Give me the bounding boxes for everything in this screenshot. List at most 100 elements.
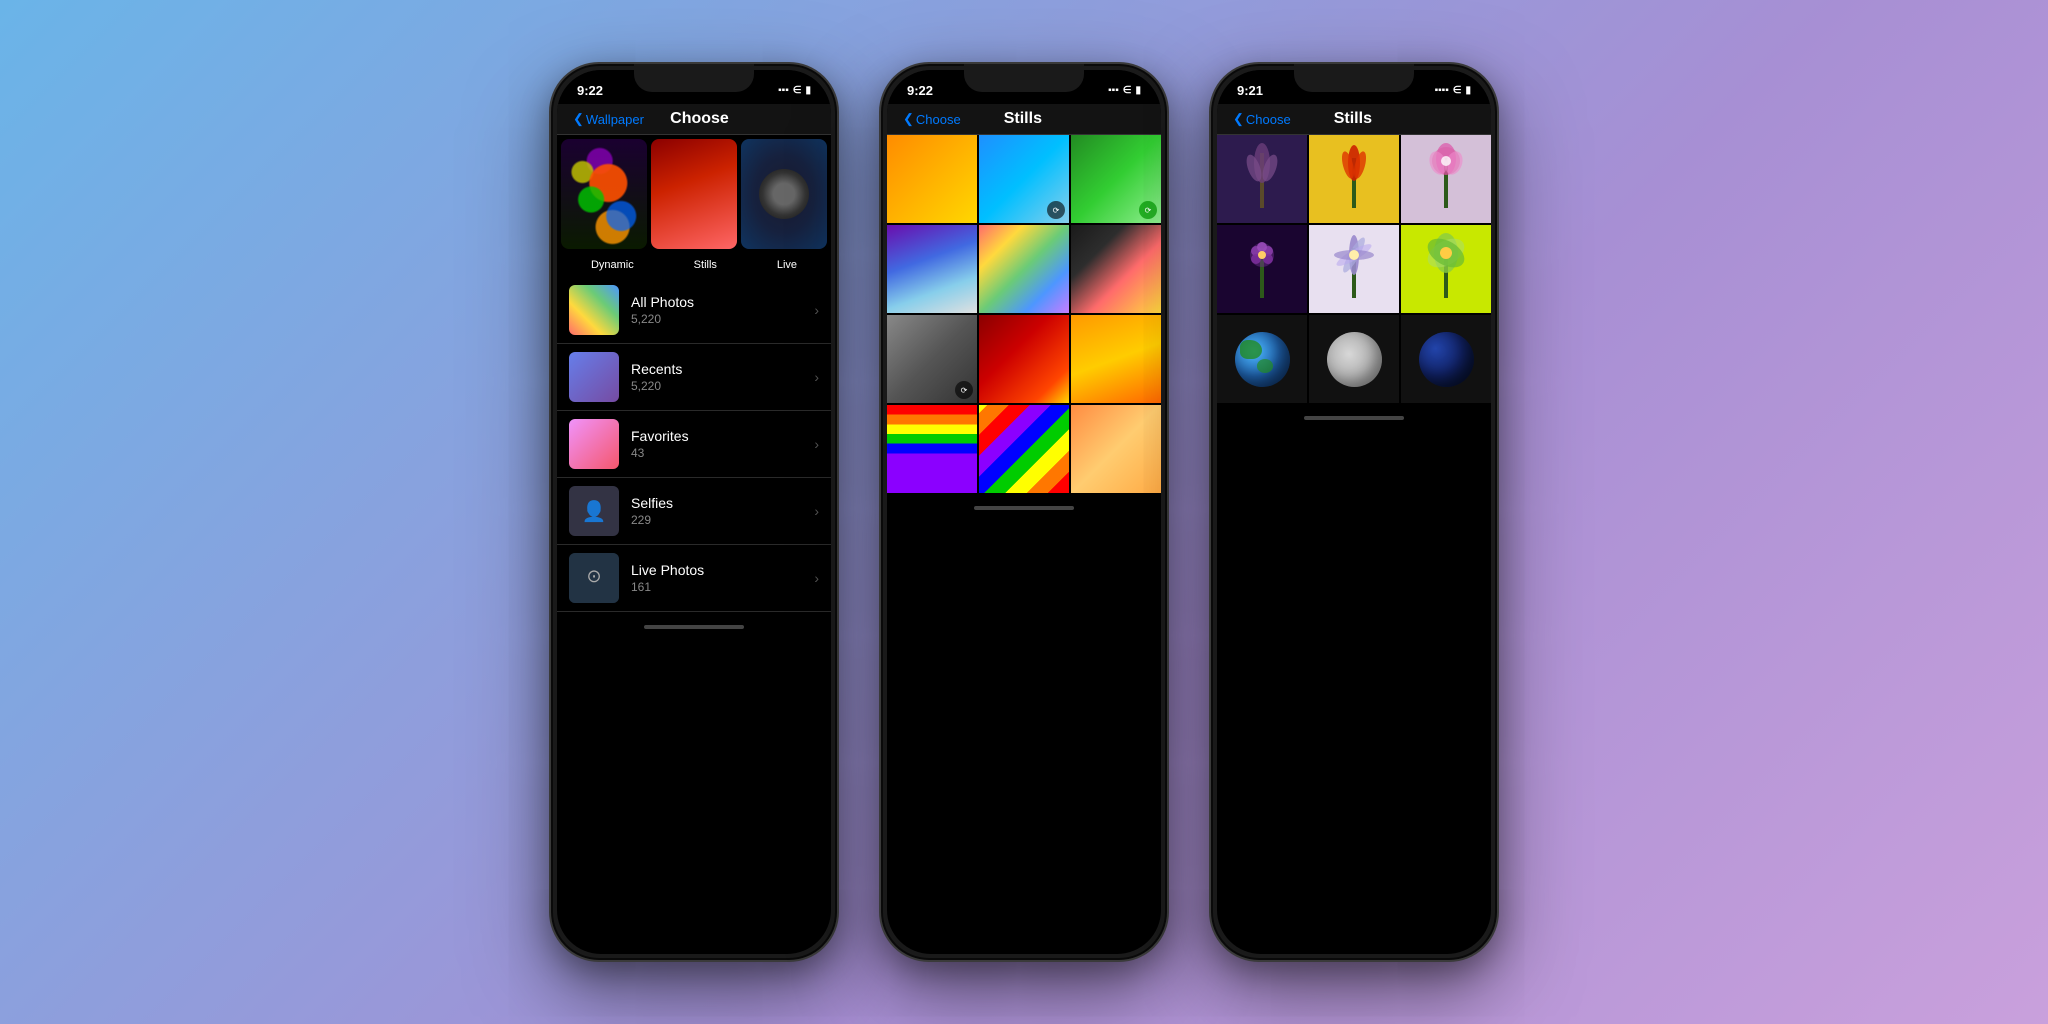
- chevron-icon-2: ❮: [903, 111, 914, 127]
- back-label-3: Choose: [1246, 112, 1291, 127]
- status-icons-3: ▪▪▪▪ ∈ ▮: [1435, 85, 1471, 96]
- livephotos-name: Live Photos: [631, 562, 814, 578]
- chevron-icon-1: ❮: [573, 111, 584, 127]
- chevron-icon-3: ❮: [1233, 111, 1244, 127]
- flower-cell[interactable]: [1401, 135, 1491, 223]
- live-badge: ⟳: [1139, 201, 1157, 219]
- back-label-1: Wallpaper: [586, 112, 644, 127]
- list-item[interactable]: 👤 Selfies 229 ›: [557, 478, 831, 545]
- stills-grid: ⟳ ⟳ ⟳: [887, 135, 1161, 493]
- nav-title-3: Stills: [1334, 110, 1372, 128]
- wifi-icon-1: ∈: [793, 85, 802, 96]
- live-thumb[interactable]: [741, 139, 827, 249]
- still-cell[interactable]: [979, 405, 1069, 493]
- battery-icon-3: ▮: [1465, 85, 1471, 96]
- selfies-name: Selfies: [631, 495, 814, 511]
- livephotos-info: Live Photos 161: [631, 562, 814, 594]
- recents-thumb: [569, 352, 619, 402]
- time-3: 9:21: [1237, 83, 1263, 98]
- time-1: 9:22: [577, 83, 603, 98]
- favorites-thumb: [569, 419, 619, 469]
- status-icons-2: ▪▪▪ ∈ ▮: [1108, 85, 1141, 96]
- still-cell[interactable]: [1071, 225, 1161, 313]
- signal-icon-3: ▪▪▪▪: [1435, 85, 1449, 96]
- nav-title-1: Choose: [670, 110, 729, 128]
- home-indicator-2: [887, 493, 1161, 523]
- earth-cell[interactable]: [1217, 315, 1307, 403]
- live-circle: [759, 169, 809, 219]
- back-button-1[interactable]: ❮ Wallpaper: [573, 111, 644, 127]
- selfies-info: Selfies 229: [631, 495, 814, 527]
- still-cell[interactable]: ⟳: [1071, 135, 1161, 223]
- dynamic-label: Dynamic: [591, 259, 634, 271]
- livephotos-count: 161: [631, 580, 814, 594]
- flower-icon: [1242, 233, 1282, 305]
- notch-2: [964, 64, 1084, 92]
- list-item[interactable]: All Photos 5,220 ›: [557, 277, 831, 344]
- back-label-2: Choose: [916, 112, 961, 127]
- allphotos-count: 5,220: [631, 312, 814, 326]
- screen-3: 9:21 ▪▪▪▪ ∈ ▮ ❮ Choose Stills: [1217, 70, 1491, 954]
- flower-cell[interactable]: [1309, 225, 1399, 313]
- dark-earth-sphere: [1419, 332, 1474, 387]
- signal-icon-2: ▪▪▪: [1108, 85, 1119, 96]
- list-item[interactable]: ⊙ Live Photos 161 ›: [557, 545, 831, 612]
- flower-cell[interactable]: [1217, 135, 1307, 223]
- nav-title-2: Stills: [1004, 110, 1042, 128]
- home-bar-3: [1304, 416, 1404, 420]
- flower-cell[interactable]: [1217, 225, 1307, 313]
- album-list: All Photos 5,220 › Recents 5,220 › Favor…: [557, 277, 831, 612]
- notch-1: [634, 64, 754, 92]
- favorites-info: Favorites 43: [631, 428, 814, 460]
- home-bar-2: [974, 506, 1074, 510]
- flower-cell[interactable]: [1401, 225, 1491, 313]
- allphotos-chevron: ›: [814, 302, 819, 318]
- live-badge: ⟳: [1047, 201, 1065, 219]
- still-cell[interactable]: [1071, 405, 1161, 493]
- stills-thumb[interactable]: [651, 139, 737, 249]
- still-cell[interactable]: [979, 315, 1069, 403]
- still-cell[interactable]: ⟳: [979, 135, 1069, 223]
- moon-cell[interactable]: [1309, 315, 1399, 403]
- recents-count: 5,220: [631, 379, 814, 393]
- selfies-count: 229: [631, 513, 814, 527]
- nav-bar-3: ❮ Choose Stills: [1217, 104, 1491, 135]
- dark-earth-cell[interactable]: [1401, 315, 1491, 403]
- list-item[interactable]: Favorites 43 ›: [557, 411, 831, 478]
- list-item[interactable]: Recents 5,220 ›: [557, 344, 831, 411]
- allphotos-info: All Photos 5,220: [631, 294, 814, 326]
- flower-grid: [1217, 135, 1491, 403]
- recents-name: Recents: [631, 361, 814, 377]
- still-cell[interactable]: [887, 135, 977, 223]
- still-cell[interactable]: [1071, 315, 1161, 403]
- home-indicator-3: [1217, 403, 1491, 433]
- nav-bar-2: ❮ Choose Stills: [887, 104, 1161, 135]
- live-badge: ⟳: [955, 381, 973, 399]
- livephotos-chevron: ›: [814, 570, 819, 586]
- favorites-count: 43: [631, 446, 814, 460]
- wallpaper-grid: [557, 135, 831, 253]
- flower-cell[interactable]: [1309, 135, 1399, 223]
- selfies-chevron: ›: [814, 503, 819, 519]
- flower-icon: [1426, 233, 1466, 305]
- flower-icon: [1426, 143, 1466, 215]
- allphotos-thumb: [569, 285, 619, 335]
- back-button-2[interactable]: ❮ Choose: [903, 111, 961, 127]
- signal-icon-1: ▪▪▪: [778, 85, 789, 96]
- back-button-3[interactable]: ❮ Choose: [1233, 111, 1291, 127]
- dynamic-thumb[interactable]: [561, 139, 647, 249]
- flower-icon: [1334, 233, 1374, 305]
- phone-3: 9:21 ▪▪▪▪ ∈ ▮ ❮ Choose Stills: [1209, 62, 1499, 962]
- home-indicator-1: [557, 612, 831, 642]
- still-cell[interactable]: [887, 405, 977, 493]
- home-bar-1: [644, 625, 744, 629]
- time-2: 9:22: [907, 83, 933, 98]
- phone-2: 9:22 ▪▪▪ ∈ ▮ ❮ Choose Stills ⟳ ⟳: [879, 62, 1169, 962]
- wifi-icon-2: ∈: [1123, 85, 1132, 96]
- still-cell[interactable]: [887, 225, 977, 313]
- still-cell[interactable]: [979, 225, 1069, 313]
- still-cell[interactable]: ⟳: [887, 315, 977, 403]
- notch-3: [1294, 64, 1414, 92]
- selfies-thumb: 👤: [569, 486, 619, 536]
- svg-text:⊙: ⊙: [586, 566, 601, 586]
